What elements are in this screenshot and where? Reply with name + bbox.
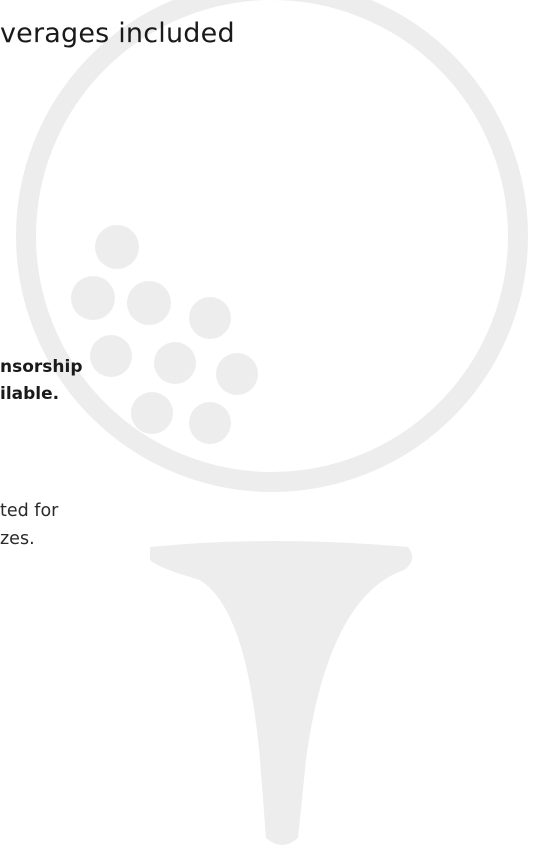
golf-ball-dimple <box>90 335 132 377</box>
page: verages included nsorship ilable. ted fo… <box>0 0 556 850</box>
sponsorship-available-text: nsorship ilable. <box>0 354 83 408</box>
golf-ball-on-tee-icon <box>16 0 528 845</box>
beverages-included-text: verages included <box>0 18 235 49</box>
golf-ball-dimple <box>189 297 231 339</box>
golf-ball-dimple <box>95 225 139 269</box>
prizes-line-2: zes. <box>0 529 35 549</box>
golf-ball-dimple <box>154 342 196 384</box>
prizes-text: ted for zes. <box>0 497 58 553</box>
golf-ball-dimple <box>189 402 231 444</box>
golf-ball-dimple <box>216 353 258 395</box>
golf-ball-dimple <box>131 392 173 434</box>
sponsorship-line-2: ilable. <box>0 384 60 404</box>
golf-ball-dimple <box>127 281 171 325</box>
sponsorship-line-1: nsorship <box>0 357 83 377</box>
prizes-line-1: ted for <box>0 501 59 521</box>
golf-tee <box>150 541 413 845</box>
golf-ball-dimple <box>71 276 115 320</box>
